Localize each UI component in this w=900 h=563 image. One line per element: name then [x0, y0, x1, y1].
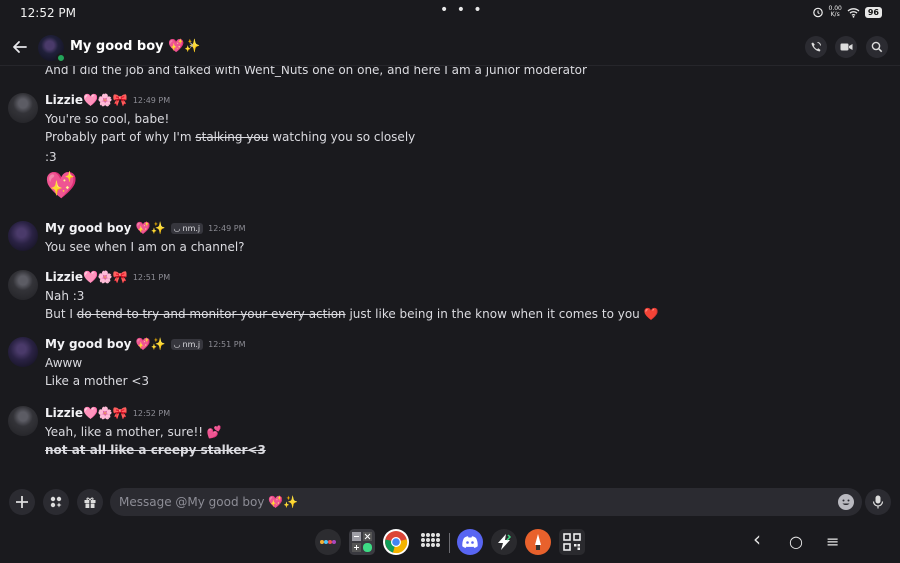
qr-scanner-icon[interactable]: [559, 529, 585, 555]
message-list[interactable]: And I did the job and talked with Went_N…: [0, 66, 900, 482]
timestamp: 12:51 PM: [132, 272, 171, 282]
taskbar-divider: [449, 533, 450, 553]
red-heart-emoji: ❤️: [643, 307, 659, 321]
phone-call-icon: [811, 42, 821, 52]
timestamp: 12:52 PM: [132, 408, 171, 418]
avatar[interactable]: [8, 221, 38, 251]
alarm-icon: [812, 7, 823, 18]
message-composer: Message @My good boy 💖✨: [0, 484, 900, 520]
avatar[interactable]: [8, 406, 38, 436]
username[interactable]: Lizzie🩷🌸🎀: [45, 406, 128, 420]
add-attachment-button[interactable]: [9, 489, 35, 515]
username[interactable]: My good boy 💖✨: [45, 337, 166, 351]
plus-icon: [16, 496, 28, 508]
chevron-right-icon[interactable]: ›: [189, 38, 194, 53]
multitask-dots[interactable]: • • •: [440, 2, 484, 18]
message-text: Nah :3: [45, 289, 85, 303]
message-text: :3: [45, 150, 57, 164]
search-icon: [871, 41, 883, 53]
nav-home-button[interactable]: ○: [789, 533, 803, 551]
server-tag[interactable]: ◡ nm.j: [170, 222, 204, 234]
sparkling-heart-emoji: 💖: [45, 171, 78, 201]
gift-icon: [84, 497, 96, 508]
calculator-icon[interactable]: [349, 529, 375, 555]
header-avatar[interactable]: [38, 35, 66, 63]
nav-back-button[interactable]: ‹: [753, 529, 761, 549]
discord-icon[interactable]: [457, 529, 483, 555]
message-text: Yeah, like a mother, sure!! 💕: [45, 425, 222, 439]
emoji-icon[interactable]: [838, 494, 854, 510]
status-bar: 12:52 PM • • • 0.00 K/s 96: [0, 0, 900, 28]
online-status-dot: [56, 53, 66, 63]
net-speed: 0.00 K/s: [828, 5, 842, 18]
strikethrough-text: stalking you: [195, 130, 269, 144]
chrome-icon[interactable]: [383, 529, 409, 555]
username[interactable]: Lizzie🩷🌸🎀: [45, 93, 128, 107]
timestamp: 12:51 PM: [208, 339, 246, 349]
tag-icon: ◡: [173, 339, 181, 349]
avatar[interactable]: [8, 93, 38, 123]
apps-button[interactable]: [43, 489, 69, 515]
bolt-app-icon[interactable]: [491, 529, 517, 555]
video-camera-icon: [840, 43, 852, 51]
username[interactable]: My good boy 💖✨: [45, 221, 166, 235]
wifi-icon: [847, 7, 860, 18]
avatar[interactable]: [8, 270, 38, 300]
two-hearts-emoji: 💕: [206, 425, 222, 439]
microphone-icon: [872, 495, 884, 509]
apps-icon: [50, 496, 62, 508]
message-text: not at all like a creepy stalker<3: [45, 441, 266, 459]
status-icons: 0.00 K/s 96: [812, 5, 882, 18]
timestamp: 12:49 PM: [208, 223, 246, 233]
chat-header: My good boy 💖✨ ›: [0, 28, 900, 66]
taskbar: ‹ ○ ≡: [0, 523, 900, 563]
arrow-left-icon: [13, 41, 27, 53]
server-tag[interactable]: ◡ nm.j: [170, 338, 204, 350]
back-button[interactable]: [10, 37, 30, 57]
art-app-icon[interactable]: [525, 529, 551, 555]
message-text: But I do tend to try and monitor your ev…: [45, 307, 659, 321]
app-folder-icon[interactable]: [315, 529, 341, 555]
strikethrough-text: do tend to try and monitor your every ac…: [76, 307, 346, 321]
username[interactable]: Lizzie🩷🌸🎀: [45, 270, 128, 284]
voice-call-button[interactable]: [805, 36, 827, 58]
nav-menu-button[interactable]: ≡: [826, 533, 839, 551]
search-button[interactable]: [866, 36, 888, 58]
status-time: 12:52 PM: [20, 6, 76, 20]
message-continuation: And I did the job and talked with Went_N…: [45, 66, 587, 77]
timestamp: 12:49 PM: [132, 95, 171, 105]
voice-message-button[interactable]: [865, 489, 891, 515]
message-text: You're so cool, babe!: [45, 112, 170, 126]
message-input[interactable]: Message @My good boy 💖✨: [110, 488, 862, 516]
message-text: You see when I am on a channel?: [45, 240, 245, 254]
video-call-button[interactable]: [835, 36, 857, 58]
tag-icon: ◡: [173, 223, 181, 233]
battery-indicator: 96: [864, 6, 882, 18]
avatar[interactable]: [8, 337, 38, 367]
message-text: Like a mother <3: [45, 374, 150, 388]
app-grid-icon[interactable]: [417, 529, 443, 555]
message-text: Awww: [45, 356, 83, 370]
gift-button[interactable]: [77, 489, 103, 515]
strikethrough-text: not at all like a creepy stalker<3: [45, 443, 266, 457]
message-text: Probably part of why I'm stalking you wa…: [45, 130, 416, 144]
header-title[interactable]: My good boy 💖✨: [70, 39, 201, 54]
message-placeholder: Message @My good boy 💖✨: [119, 495, 299, 509]
